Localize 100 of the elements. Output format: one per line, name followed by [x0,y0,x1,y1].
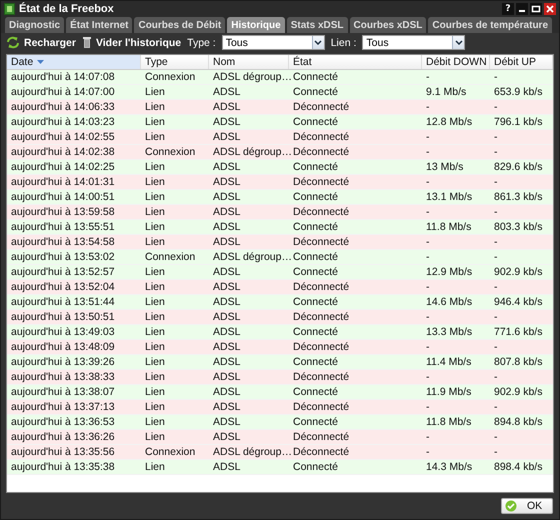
table-row[interactable]: aujourd'hui à 13:54:58 Lien ADSL Déconnecté - - [7,235,553,250]
app-icon [4,2,15,14]
table-row[interactable]: aujourd'hui à 13:48:09 Lien ADSL Déconnecté - - [7,340,553,355]
table-cell-text: Connecté [292,386,339,398]
table-cell-text: 13.3 Mb/s [425,326,474,338]
table-cell-text: - [493,281,498,293]
table-cell-text: aujourd'hui à 13:54:58 [10,236,116,248]
table-cell-text: aujourd'hui à 13:36:26 [10,431,116,443]
tab[interactable]: État Internet [66,17,132,33]
column-header[interactable]: Date [7,55,141,69]
column-header[interactable]: Nom [209,55,289,69]
table-cell-text: aujourd'hui à 14:06:33 [10,101,116,113]
table-row[interactable]: aujourd'hui à 13:49:03 Lien ADSL Connecté 13.3 Mb/s 771.6 kb/s [7,325,553,340]
refresh-icon [6,36,20,49]
maximize-icon[interactable] [530,2,542,14]
table-cell-text: 13.1 Mb/s [425,191,474,203]
table-cell-text: 894.8 kb/s [493,416,544,428]
table-row[interactable]: aujourd'hui à 14:06:33 Lien ADSL Déconnecté - - [7,100,553,115]
table-row[interactable]: aujourd'hui à 13:38:33 Lien ADSL Déconnecté - - [7,370,553,385]
table-row[interactable]: aujourd'hui à 13:55:51 Lien ADSL Connecté 11.8 Mb/s 803.3 kb/s [7,220,553,235]
table-cell-text: Connecté [292,266,339,278]
tab[interactable]: Diagnostic [5,17,64,33]
table-cell-text: aujourd'hui à 13:51:44 [10,296,116,308]
help-button[interactable]: ? [502,2,514,14]
table-cell-text: aujourd'hui à 14:07:08 [10,71,116,83]
table-cell-text: Connecté [292,416,339,428]
column-header[interactable]: Débit DOWN [422,55,490,69]
dropdown-field[interactable]: Tous [362,35,466,50]
table-cell-text: 898.4 kb/s [493,461,544,473]
table-cell-text: 902.9 kb/s [493,386,544,398]
table-row[interactable]: aujourd'hui à 13:39:26 Lien ADSL Connecté 11.4 Mb/s 807.8 kb/s [7,355,553,370]
table-cell-text: - [425,71,430,83]
table-cell-text: ADSL dégroup… [212,146,289,158]
table-row[interactable]: aujourd'hui à 14:01:31 Lien ADSL Déconnecté - - [7,175,553,190]
table-row[interactable]: aujourd'hui à 13:50:51 Lien ADSL Déconnecté - - [7,310,553,325]
column-header[interactable]: Type [141,55,209,69]
reload-button[interactable]: Recharger [6,36,76,49]
tab[interactable]: Stats xDSL [286,17,348,33]
tab[interactable]: Courbes xDSL [350,17,426,33]
table-row[interactable]: aujourd'hui à 14:02:55 Lien ADSL Déconnecté - - [7,130,553,145]
table-cell-text: ADSL [212,191,242,203]
tab[interactable]: Courbes de Débit [134,17,226,33]
column-header[interactable]: Débit UP [490,55,553,69]
table-row[interactable]: aujourd'hui à 13:36:53 Lien ADSL Connecté 11.8 Mb/s 894.8 kb/s [7,415,553,430]
table-cell-text: aujourd'hui à 14:01:31 [10,176,116,188]
close-icon[interactable] [544,2,556,14]
table-cell-text: ADSL [212,296,242,308]
table-cell-text: aujourd'hui à 13:35:56 [10,446,116,458]
table-cell-text: Connecté [292,461,339,473]
table-cell-text: Lien [144,101,166,113]
table-cell-text: Connecté [292,326,339,338]
table-cell-text: - [425,206,430,218]
ok-button[interactable]: OK [501,498,553,514]
table-cell-text: - [425,101,430,113]
table-row[interactable]: aujourd'hui à 14:07:00 Lien ADSL Connecté 9.1 Mb/s 653.9 kb/s [7,85,553,100]
table-cell-text: 803.3 kb/s [493,221,544,233]
table-row[interactable]: aujourd'hui à 14:02:25 Lien ADSL Connecté 13 Mb/s 829.6 kb/s [7,160,553,175]
table-row[interactable]: aujourd'hui à 13:53:02 Connexion ADSL dégroup…Connecté - - [7,250,553,265]
table-row[interactable]: aujourd'hui à 14:02:38 Connexion ADSL dégroup…Déconnecté - - [7,145,553,160]
table-row[interactable]: aujourd'hui à 13:52:04 Lien ADSL Déconnecté - - [7,280,553,295]
table-cell-text: Déconnecté [292,446,350,458]
table-row[interactable]: aujourd'hui à 13:38:07 Lien ADSL Connecté 11.9 Mb/s 902.9 kb/s [7,385,553,400]
table-row[interactable]: aujourd'hui à 13:35:56 Connexion ADSL dégroup…Déconnecté - - [7,445,553,460]
table-cell-text: aujourd'hui à 13:59:58 [10,206,116,218]
table-cell-text: - [493,251,498,263]
table-row[interactable]: aujourd'hui à 13:59:58 Lien ADSL Déconnecté - - [7,205,553,220]
column-header[interactable]: État [289,55,422,69]
dropdown-field[interactable]: Tous [222,35,325,50]
table-cell-text: ADSL [212,206,242,218]
table-cell-text: ADSL [212,161,242,173]
table-cell-text: - [425,311,430,323]
table-row[interactable]: aujourd'hui à 13:35:38 Lien ADSL Connecté 14.3 Mb/s 898.4 kb/s [7,460,553,475]
table-cell-text: Lien [144,296,166,308]
table-row[interactable]: aujourd'hui à 13:51:44 Lien ADSL Connecté 14.6 Mb/s 946.4 kb/s [7,295,553,310]
table-cell-text: Lien [144,461,166,473]
table-cell-text: Lien [144,191,166,203]
clear-button[interactable]: Vider l'historique [82,36,182,49]
table-cell-text: - [493,146,498,158]
table-cell-text: aujourd'hui à 14:02:38 [10,146,116,158]
table-cell-text: Connexion [144,446,196,458]
table-cell-text: ADSL [212,101,242,113]
table-cell-text: Lien [144,311,166,323]
table-row[interactable]: aujourd'hui à 13:52:57 Lien ADSL Connecté 12.9 Mb/s 902.9 kb/s [7,265,553,280]
table-cell-text: 796.1 kb/s [493,116,544,128]
tab[interactable]: Courbes de température [428,17,552,33]
table-row[interactable]: aujourd'hui à 14:07:08 Connexion ADSL dégroup…Connecté - - [7,70,553,85]
table-row[interactable]: aujourd'hui à 14:00:51 Lien ADSL Connecté 13.1 Mb/s 861.3 kb/s [7,190,553,205]
table-row[interactable]: aujourd'hui à 13:37:13 Lien ADSL Déconnecté - - [7,400,553,415]
table-cell-text: ADSL [212,221,242,233]
table-row[interactable]: aujourd'hui à 14:03:23 Lien ADSL Connecté 12.8 Mb/s 796.1 kb/s [7,115,553,130]
table-cell-text: Déconnecté [292,131,350,143]
table-cell-text: 861.3 kb/s [493,191,544,203]
minimize-icon[interactable] [516,2,528,14]
table-cell-text: aujourd'hui à 13:37:13 [10,401,116,413]
table-cell-text: - [493,311,498,323]
table-cell-text: 771.6 kb/s [493,326,544,338]
table-cell-text: aujourd'hui à 13:49:03 [10,326,116,338]
table-cell-text: Lien [144,326,166,338]
table-cell-text: ADSL [212,341,242,353]
table-row[interactable]: aujourd'hui à 13:36:26 Lien ADSL Déconnecté - - [7,430,553,445]
